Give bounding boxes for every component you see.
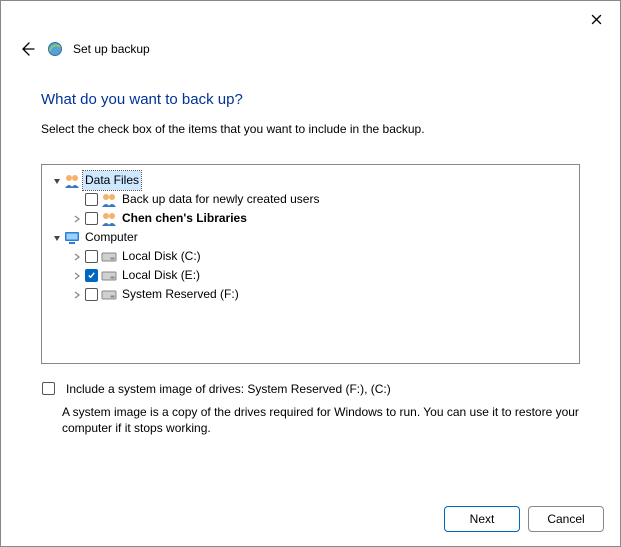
close-icon (591, 14, 602, 25)
chevron-down-icon[interactable] (50, 174, 64, 188)
backup-tree: Data Files Back up data for newly create… (41, 164, 580, 364)
backup-wizard-window: Set up backup What do you want to back u… (0, 0, 621, 547)
checkbox-libraries[interactable] (85, 212, 98, 225)
users-icon (101, 211, 117, 227)
checkbox-drive-c[interactable] (85, 250, 98, 263)
tree-node-drive-c[interactable]: Local Disk (C:) (46, 247, 575, 266)
monitor-icon (64, 230, 80, 246)
checkbox-new-users[interactable] (85, 193, 98, 206)
system-image-option: Include a system image of drives: System… (41, 382, 580, 396)
content-area: What do you want to back up? Select the … (1, 59, 620, 436)
close-button[interactable] (584, 7, 608, 31)
tree-node-new-users[interactable]: Back up data for newly created users (46, 190, 575, 209)
chevron-right-icon[interactable] (70, 250, 84, 264)
header-title: Set up backup (73, 42, 150, 56)
drive-icon (101, 287, 117, 303)
checkbox-drive-f[interactable] (85, 288, 98, 301)
tree-label-drive-c: Local Disk (C:) (120, 247, 203, 266)
checkbox-system-image[interactable] (42, 382, 55, 395)
tree-label-computer: Computer (83, 228, 140, 247)
users-icon (101, 192, 117, 208)
cancel-button[interactable]: Cancel (528, 506, 604, 532)
users-icon (64, 173, 80, 189)
next-button[interactable]: Next (444, 506, 520, 532)
back-arrow-icon (19, 41, 35, 57)
chevron-down-icon[interactable] (50, 231, 64, 245)
tree-node-drive-e[interactable]: Local Disk (E:) (46, 266, 575, 285)
chevron-right-icon[interactable] (70, 288, 84, 302)
system-image-label: Include a system image of drives: System… (66, 382, 391, 396)
tree-label-data-files: Data Files (83, 171, 141, 190)
tree-node-computer[interactable]: Computer (46, 228, 575, 247)
drive-icon (101, 249, 117, 265)
next-button-label: Next (470, 512, 495, 526)
checkbox-drive-e[interactable] (85, 269, 98, 282)
page-instruction: Select the check box of the items that y… (41, 122, 580, 136)
tree-label-libraries: Chen chen's Libraries (120, 209, 249, 228)
footer-buttons: Next Cancel (444, 506, 604, 532)
drive-icon (101, 268, 117, 284)
back-button[interactable] (17, 39, 37, 59)
backup-globe-icon (47, 41, 63, 57)
titlebar (1, 1, 620, 33)
cancel-button-label: Cancel (547, 512, 584, 526)
tree-node-libraries[interactable]: Chen chen's Libraries (46, 209, 575, 228)
tree-label-drive-f: System Reserved (F:) (120, 285, 241, 304)
header-row: Set up backup (1, 33, 620, 59)
page-heading: What do you want to back up? (41, 91, 580, 108)
tree-node-data-files[interactable]: Data Files (46, 171, 575, 190)
tree-label-new-users: Back up data for newly created users (120, 190, 321, 209)
chevron-right-icon[interactable] (70, 212, 84, 226)
tree-node-drive-f[interactable]: System Reserved (F:) (46, 285, 575, 304)
chevron-right-icon[interactable] (70, 269, 84, 283)
tree-label-drive-e: Local Disk (E:) (120, 266, 202, 285)
system-image-description: A system image is a copy of the drives r… (62, 404, 580, 436)
